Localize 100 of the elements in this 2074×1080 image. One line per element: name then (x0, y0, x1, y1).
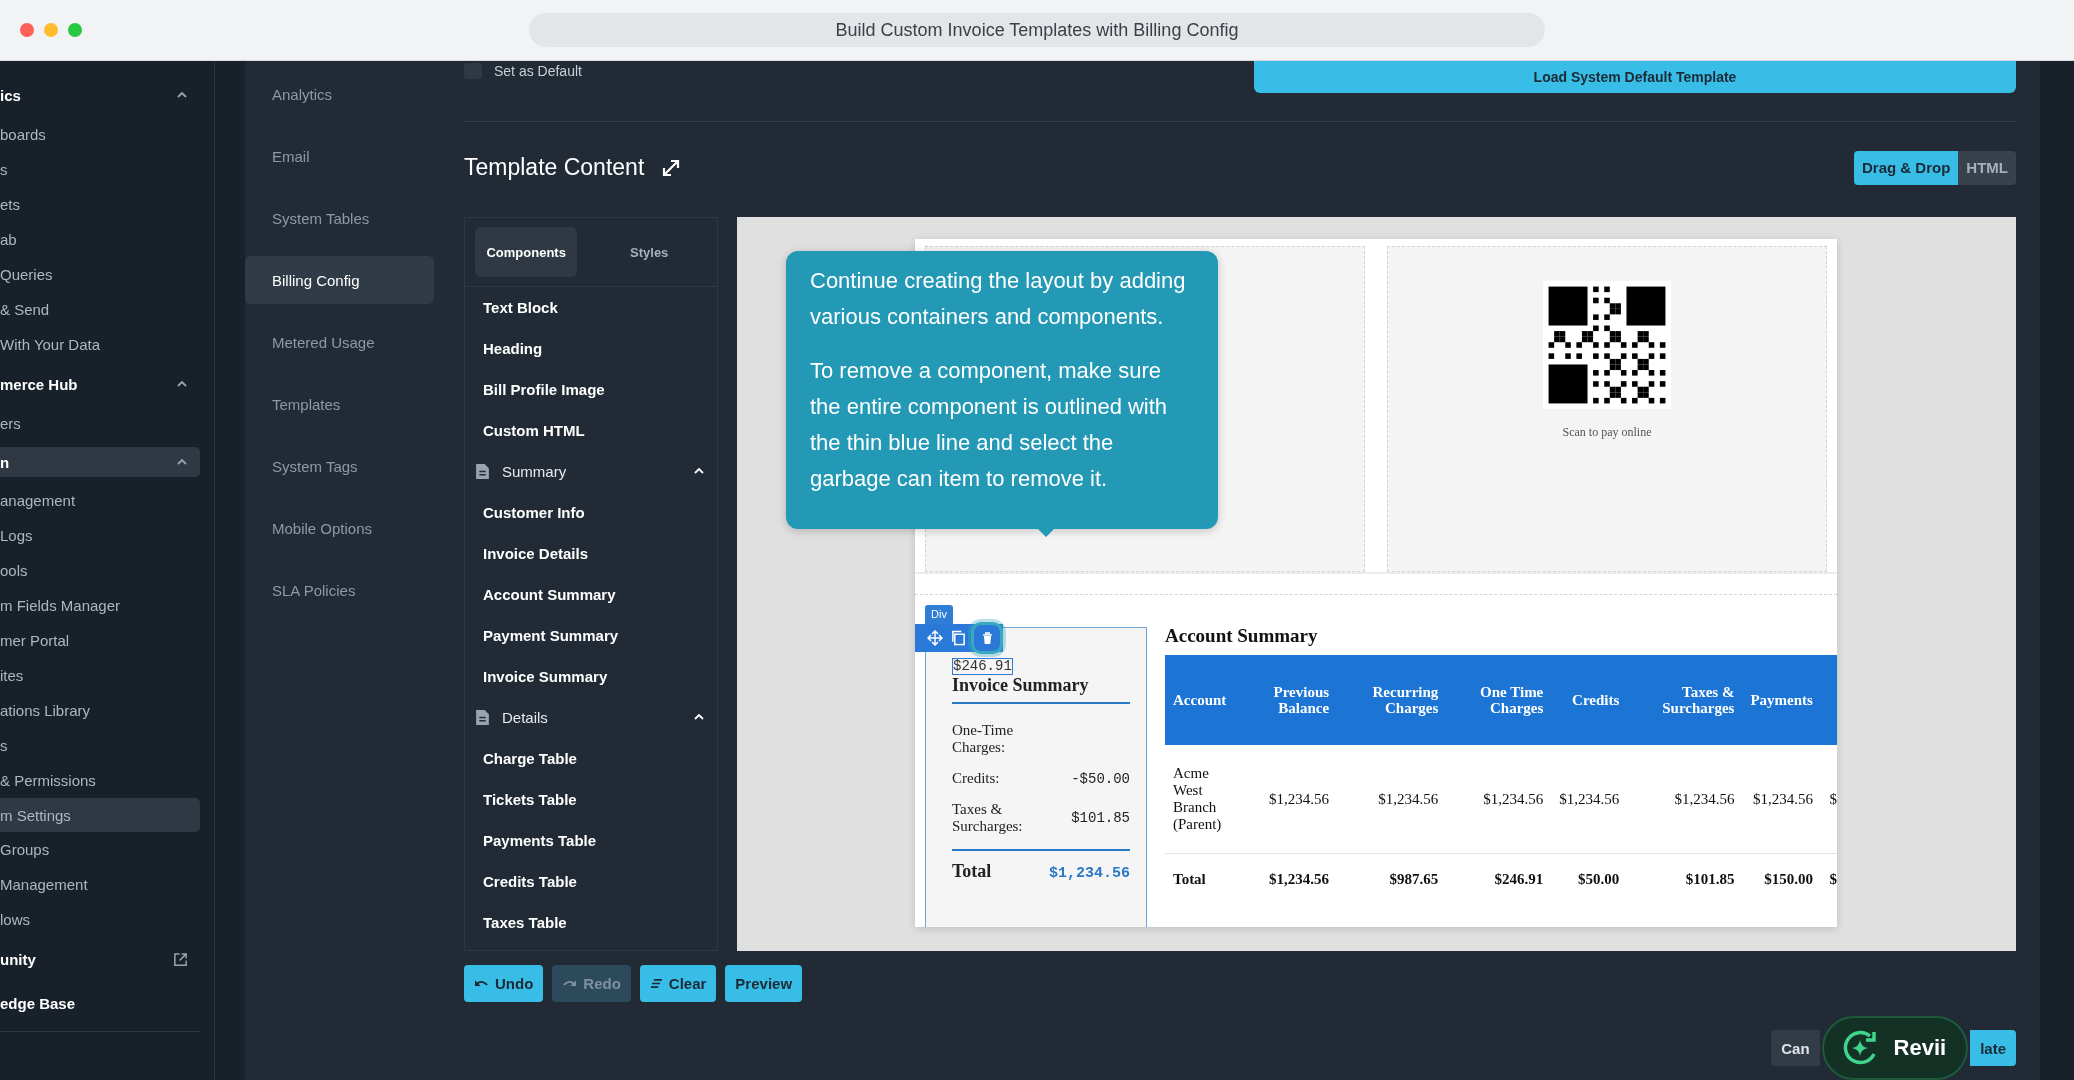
panel-tab[interactable]: Styles (591, 227, 707, 277)
table-cell: $1,234.56 (1742, 745, 1821, 854)
sidebar-item[interactable]: boards (0, 117, 200, 152)
sidebar-item[interactable]: anagement (0, 483, 200, 518)
qr-caption: Scan to pay online (1562, 425, 1652, 440)
settings-nav-item[interactable]: Metered Usage (245, 318, 434, 366)
column-header: One Time Charges (1446, 655, 1552, 745)
sidebar-item[interactable]: ites (0, 658, 200, 693)
table-cell: $246.91 (1446, 853, 1552, 904)
sidebar-item[interactable]: ab (0, 222, 200, 257)
sidebar-section[interactable]: ics (0, 73, 200, 117)
trash-icon (981, 631, 993, 645)
settings-nav-item[interactable]: Email (245, 132, 434, 180)
component-item[interactable]: Invoice Details (465, 533, 717, 574)
cancel-button[interactable]: Can (1771, 1030, 1820, 1066)
preview-button[interactable]: Preview (725, 965, 803, 1002)
component-item[interactable]: Payments Table (465, 820, 717, 861)
selected-text: $246.91 (952, 658, 1013, 675)
external-link-icon (173, 951, 188, 967)
sidebar-item[interactable]: ets (0, 187, 200, 222)
component-item[interactable]: Charge Table (465, 738, 717, 779)
settings-nav-item[interactable]: System Tags (245, 442, 434, 490)
sidebar-link[interactable]: unity (0, 937, 200, 981)
sidebar-item[interactable]: & Send (0, 292, 200, 327)
row-label: Credits: (952, 770, 1000, 787)
card-title: Invoice Summary (952, 675, 1130, 704)
mode-tab[interactable]: HTML (1958, 150, 2016, 185)
table-cell: $101.85 (1627, 853, 1743, 904)
settings-nav-item[interactable]: Mobile Options (245, 504, 434, 552)
table-cell: $1,234.56 (1237, 745, 1338, 854)
undo-button[interactable]: Undo (464, 965, 544, 1002)
sidebar-item[interactable]: s (0, 152, 200, 187)
expand-icon[interactable] (662, 158, 681, 177)
sidebar-item[interactable]: lows (0, 902, 200, 937)
sidebar-item[interactable]: s (0, 728, 200, 763)
component-item[interactable]: Heading (465, 328, 717, 369)
sidebar-item[interactable]: m Fields Manager (0, 588, 200, 623)
section-title: Template Content (464, 154, 645, 181)
settings-nav-item[interactable]: SLA Policies (245, 566, 434, 614)
total-label: Total (952, 861, 992, 882)
table-cell: $1,234.56 (1551, 745, 1628, 854)
component-item[interactable]: Invoice Summary (465, 656, 717, 697)
sidebar-item[interactable]: ers (0, 406, 200, 441)
sidebar-section[interactable]: n (0, 447, 200, 477)
table-cell: Acme West Branch (Parent) (1165, 745, 1237, 854)
component-item[interactable]: Credits Table (465, 861, 717, 902)
component-item[interactable]: Customer Info (465, 492, 717, 533)
delete-button[interactable] (974, 625, 1000, 651)
copy-icon[interactable] (951, 630, 966, 646)
panel-tab[interactable]: Components (475, 227, 578, 277)
row-label: One-Time Charges: (952, 722, 1015, 756)
component-item[interactable]: Payment Summary (465, 615, 717, 656)
sidebar-item[interactable]: Management (0, 867, 200, 902)
column-header: Taxes & Surcharges (1627, 655, 1743, 745)
sidebar-item[interactable]: Queries (0, 257, 200, 292)
row-value: -$50.00 (1071, 770, 1130, 787)
component-item[interactable]: Text Block (465, 287, 717, 328)
invoice-summary-card[interactable]: $246.91 Invoice Summary One-Time Charges: Credits: -$50.00 Taxes & Surcharges: $101.85 Total $1,234.56 (925, 627, 1147, 927)
close-button[interactable] (20, 23, 34, 37)
column-header: Credits (1551, 655, 1628, 745)
component-item[interactable]: Account Summary (465, 574, 717, 615)
total-value: $1,234.56 (1049, 865, 1130, 882)
load-template-button[interactable]: Load System Default Template (1254, 61, 2016, 93)
table-cell: $1,234.56 (1446, 745, 1552, 854)
sidebar-item[interactable]: Groups (0, 832, 200, 867)
clear-button[interactable]: Clear (639, 965, 717, 1002)
component-item[interactable]: Bill Profile Image (465, 369, 717, 410)
element-tag: Div (925, 605, 953, 625)
sidebar-item[interactable]: ations Library (0, 693, 200, 728)
sidebar-item[interactable]: ools (0, 553, 200, 588)
tooltip-pointer (1038, 529, 1054, 537)
component-item[interactable]: Custom HTML (465, 410, 717, 451)
sidebar-item[interactable]: Logs (0, 518, 200, 553)
sidebar-item[interactable]: m Settings (0, 798, 200, 832)
settings-nav-item[interactable]: Billing Config (245, 256, 434, 304)
column-header: Payments (1742, 655, 1821, 745)
table-cell: Total (1165, 853, 1237, 904)
mode-tab[interactable]: Drag & Drop (1854, 150, 1959, 185)
sidebar-link[interactable]: edge Base (0, 981, 200, 1025)
move-icon[interactable] (927, 630, 943, 646)
component-item[interactable]: Taxes Table (465, 902, 717, 943)
assistant-button[interactable]: Revii (1821, 1016, 1969, 1080)
sidebar-item[interactable]: With Your Data (0, 327, 200, 362)
column-header: Recurring Charges (1337, 655, 1447, 745)
table-cell: $987.65 (1337, 853, 1447, 904)
settings-nav-item[interactable]: Analytics (245, 70, 434, 118)
sidebar-item[interactable]: & Permissions (0, 763, 200, 798)
settings-nav-item[interactable]: Templates (245, 380, 434, 428)
update-button[interactable]: late (1970, 1030, 2016, 1066)
lines-icon (649, 978, 663, 989)
settings-nav-item[interactable]: System Tables (245, 194, 434, 242)
table-cell: $ (1820, 853, 1837, 904)
document-icon (475, 709, 490, 726)
sidebar-item[interactable]: mer Portal (0, 623, 200, 658)
component-group[interactable]: Details (502, 709, 548, 726)
row-value: $101.85 (1071, 810, 1130, 826)
component-group[interactable]: Summary (502, 463, 567, 480)
table-cell: $1,234.56 (1237, 853, 1338, 904)
sidebar-section[interactable]: merce Hub (0, 362, 200, 406)
component-item[interactable]: Tickets Table (465, 779, 717, 820)
